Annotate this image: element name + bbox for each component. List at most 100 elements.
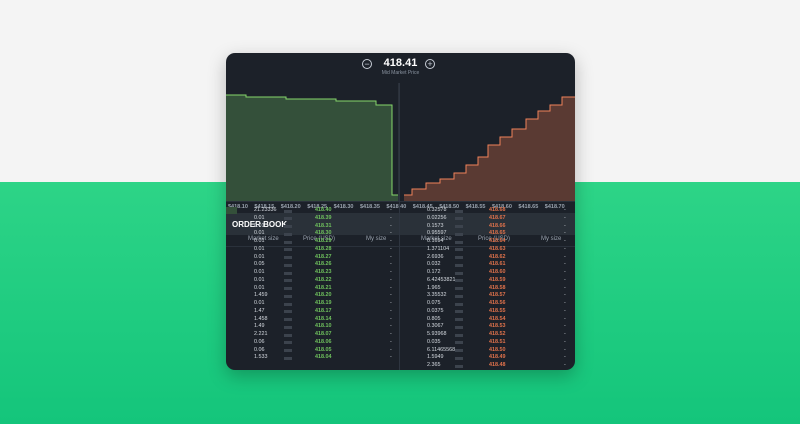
market-size: 1.965 bbox=[427, 284, 441, 291]
bid-row[interactable]: 0.01 418.28 - bbox=[226, 246, 400, 254]
market-size: 0.032 bbox=[427, 261, 441, 268]
size-bar bbox=[455, 310, 463, 314]
my-size: - bbox=[390, 214, 392, 221]
ask-row[interactable]: 0.075 418.56 - bbox=[401, 300, 575, 308]
size-bar bbox=[284, 310, 292, 314]
ask-row[interactable]: 0.02256 418.67 - bbox=[401, 215, 575, 223]
ask-row[interactable]: 6.11465568 418.50 - bbox=[401, 347, 575, 355]
market-size: 6.42453821 bbox=[427, 276, 456, 283]
my-size: - bbox=[564, 245, 566, 252]
ask-row[interactable]: 0.0375 418.55 - bbox=[401, 308, 575, 316]
ask-row[interactable]: 0.035 418.51 - bbox=[401, 339, 575, 347]
size-bar bbox=[284, 217, 292, 221]
ask-row[interactable]: 0.805 418.54 - bbox=[401, 316, 575, 324]
ask-row[interactable]: 0.1573 418.66 - bbox=[401, 223, 575, 231]
zoom-in-button[interactable]: + bbox=[425, 59, 435, 69]
market-size: 0.01 bbox=[254, 230, 265, 237]
bid-row[interactable]: 0.01 418.30 - bbox=[226, 230, 400, 238]
ask-row[interactable]: 1.965 418.58 - bbox=[401, 285, 575, 293]
my-size: - bbox=[564, 307, 566, 314]
market-size: 0.06 bbox=[254, 338, 265, 345]
ask-row[interactable]: 0.032 418.61 - bbox=[401, 261, 575, 269]
size-bar bbox=[284, 302, 292, 306]
bid-row[interactable]: 0.01 418.21 - bbox=[226, 285, 400, 293]
market-size: 0.95597 bbox=[427, 230, 447, 237]
market-size: 0.06 bbox=[254, 346, 265, 353]
my-size: - bbox=[390, 238, 392, 244]
bid-row[interactable]: 21.23336 418.40 - bbox=[226, 207, 400, 215]
ask-row[interactable]: 1.5949 418.49 - bbox=[401, 354, 575, 362]
bids-list: 21.23336 418.40-0.01 418.39-0.01 418.31-0.0… bbox=[226, 207, 400, 362]
price: 418.30 bbox=[315, 230, 332, 237]
my-size: - bbox=[390, 253, 392, 260]
market-size: 0.01 bbox=[254, 276, 265, 283]
ask-row[interactable]: 3.35532 418.57 - bbox=[401, 292, 575, 300]
ask-row[interactable]: 0.172 418.60 - bbox=[401, 269, 575, 277]
size-bar bbox=[455, 341, 463, 345]
ask-row[interactable]: 6.42453821 418.59 - bbox=[401, 277, 575, 285]
ask-row[interactable]: 0.32578 418.68 - bbox=[401, 207, 575, 215]
price: 418.04 bbox=[315, 354, 332, 361]
size-bar bbox=[455, 356, 463, 360]
bid-row[interactable]: 2.221 418.07 - bbox=[226, 331, 400, 339]
price: 418.05 bbox=[315, 346, 332, 353]
bid-row[interactable]: 0.01 418.19 - bbox=[226, 300, 400, 308]
bid-row[interactable]: 0.06 418.05 - bbox=[226, 347, 400, 355]
my-size: - bbox=[390, 300, 392, 306]
my-size: - bbox=[390, 354, 392, 361]
my-size: - bbox=[564, 362, 566, 368]
bid-row[interactable]: 0.06 418.06 - bbox=[226, 339, 400, 347]
market-size: 0.01 bbox=[254, 284, 265, 291]
bid-row[interactable]: 0.05 418.26 - bbox=[226, 261, 400, 269]
price: 418.48 bbox=[489, 362, 506, 368]
ask-row[interactable]: 0.1694 418.64 - bbox=[401, 238, 575, 246]
price: 418.56 bbox=[489, 300, 506, 306]
market-size: 0.0375 bbox=[427, 307, 444, 314]
market-size: 0.01 bbox=[254, 300, 265, 306]
my-size: - bbox=[564, 269, 566, 275]
ask-row[interactable]: 0.95597 418.65 - bbox=[401, 230, 575, 238]
price: 418.10 bbox=[315, 323, 332, 330]
ask-row[interactable]: 1.371104 418.63 - bbox=[401, 246, 575, 254]
my-size: - bbox=[390, 276, 392, 283]
price: 418.07 bbox=[315, 331, 332, 337]
size-bar bbox=[455, 217, 463, 221]
bid-row[interactable]: 1.459 418.20 - bbox=[226, 292, 400, 300]
size-bar bbox=[284, 248, 292, 252]
bid-row[interactable]: 0.01 418.31 - bbox=[226, 223, 400, 231]
my-size: - bbox=[564, 338, 566, 345]
size-bar bbox=[455, 325, 463, 329]
market-size: 0.01 bbox=[254, 238, 265, 244]
market-size: 0.1694 bbox=[427, 238, 444, 244]
bid-depth-area bbox=[226, 95, 398, 201]
price: 418.63 bbox=[489, 245, 506, 252]
market-size: 0.1573 bbox=[427, 222, 444, 229]
bid-row[interactable]: 1.533 418.04 - bbox=[226, 354, 400, 362]
price: 418.26 bbox=[315, 261, 332, 268]
my-size: - bbox=[564, 284, 566, 291]
ask-row[interactable]: 5.93968 418.52 - bbox=[401, 331, 575, 339]
market-size: 0.075 bbox=[427, 300, 441, 306]
size-bar bbox=[284, 209, 292, 213]
price: 418.68 bbox=[489, 207, 506, 213]
bid-row[interactable]: 0.01 418.39 - bbox=[226, 215, 400, 223]
bid-row[interactable]: 0.01 418.23 - bbox=[226, 269, 400, 277]
size-bar bbox=[284, 232, 292, 236]
bid-row[interactable]: 0.01 418.29 - bbox=[226, 238, 400, 246]
mid-market-label: Mid Market Price bbox=[381, 70, 420, 76]
my-size: - bbox=[564, 238, 566, 244]
size-bar bbox=[455, 256, 463, 259]
ask-row[interactable]: 0.3067 418.53 - bbox=[401, 323, 575, 331]
ask-row[interactable]: 2.365 418.48 - bbox=[401, 362, 575, 370]
ask-row[interactable]: 2.6936 418.62 - bbox=[401, 254, 575, 262]
price: 418.31 bbox=[315, 222, 332, 229]
bid-row[interactable]: 1.47 418.17 - bbox=[226, 308, 400, 316]
bid-row[interactable]: 0.01 418.27 - bbox=[226, 254, 400, 262]
bid-row[interactable]: 0.01 418.22 - bbox=[226, 277, 400, 285]
size-bar bbox=[284, 356, 292, 360]
depth-chart bbox=[226, 83, 575, 201]
bid-row[interactable]: 1.458 418.14 - bbox=[226, 316, 400, 324]
my-size: - bbox=[564, 230, 566, 237]
bid-row[interactable]: 1.49 418.10 - bbox=[226, 323, 400, 331]
price: 418.67 bbox=[489, 214, 506, 221]
